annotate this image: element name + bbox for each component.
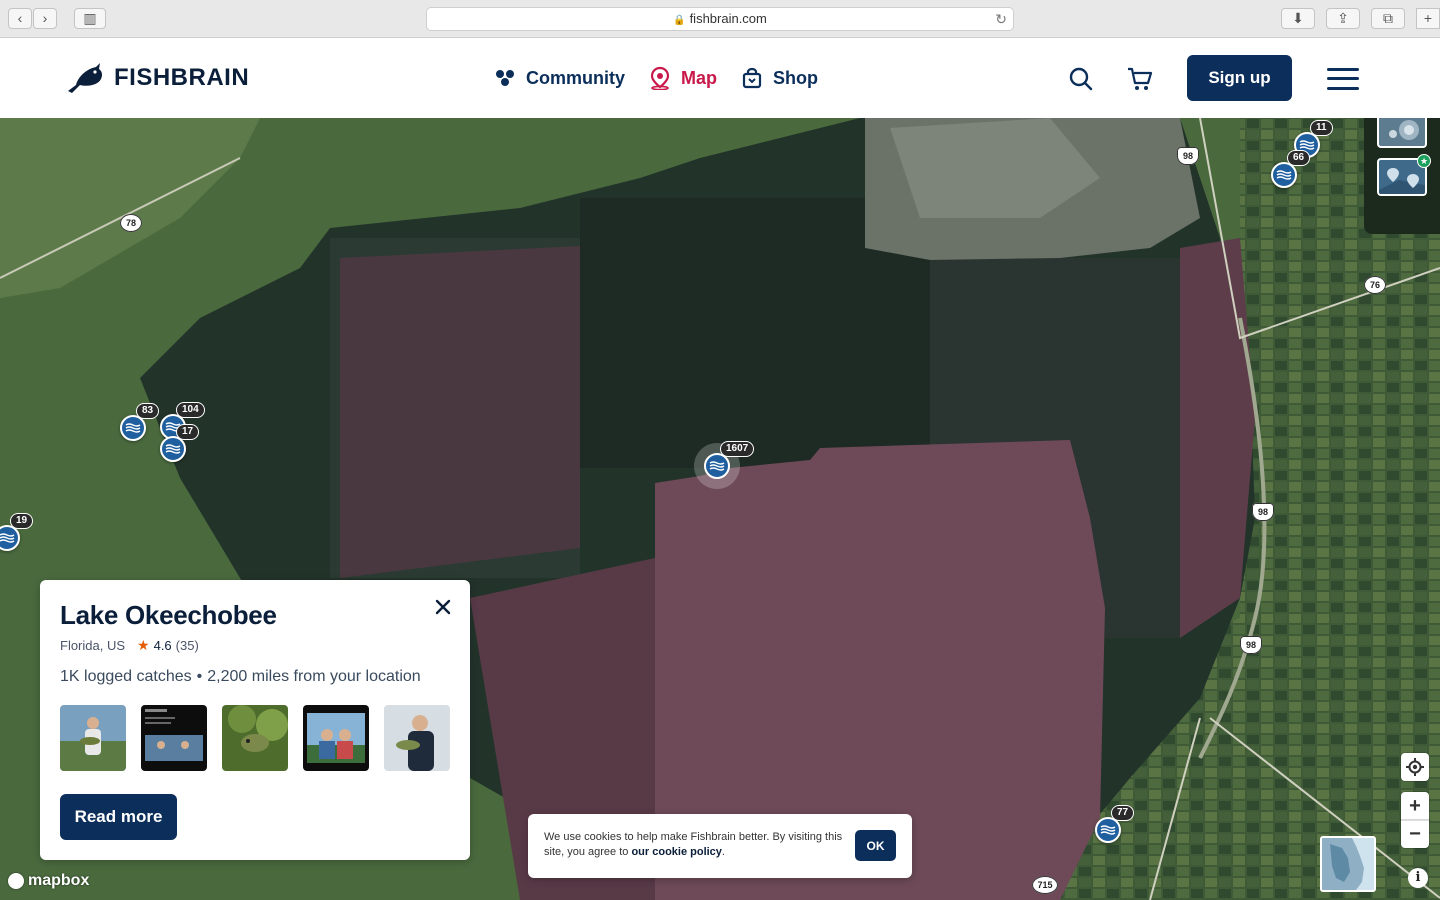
location-stats: 1K logged catches • 2,200 miles from your … xyxy=(60,668,421,686)
url-text: fishbrain.com xyxy=(689,11,767,26)
map-pin-icon xyxy=(649,66,671,90)
water-icon xyxy=(1100,825,1116,835)
address-bar[interactable]: 🔒 fishbrain.com ↻ xyxy=(426,7,1014,31)
forward-button[interactable]: › xyxy=(33,8,57,29)
layer-heatmap-thumb[interactable] xyxy=(1377,118,1427,148)
rating-count: (35) xyxy=(175,638,199,653)
nav-shop[interactable]: Shop xyxy=(741,62,818,94)
water-icon xyxy=(125,423,141,433)
attribution-info-button[interactable]: i xyxy=(1408,868,1428,888)
water-icon xyxy=(709,461,725,471)
cookie-policy-link[interactable]: our cookie policy xyxy=(631,846,721,858)
fishing-spot-pin[interactable]: 17 xyxy=(160,424,200,462)
pin-count: 19 xyxy=(10,513,34,529)
cookie-suffix: . xyxy=(721,846,725,858)
route-78-label: 78 xyxy=(120,214,142,232)
read-more-button[interactable]: Read more xyxy=(60,794,177,840)
pin-count: 17 xyxy=(176,424,200,440)
nav-community[interactable]: Community xyxy=(494,62,625,94)
reload-icon[interactable]: ↻ xyxy=(995,8,1007,30)
location-title: Lake Okeechobee xyxy=(60,600,277,630)
catch-photos xyxy=(60,705,465,771)
crosshair-icon xyxy=(1406,758,1424,776)
map-layer-panel xyxy=(1364,118,1440,234)
distance: 2,200 miles from your location xyxy=(207,668,421,685)
fishing-spot-pin[interactable]: 83 xyxy=(120,403,160,441)
location-region: Florida, US xyxy=(60,638,126,653)
pin-count: 66 xyxy=(1287,150,1311,166)
pin-count: 83 xyxy=(136,403,160,419)
nav-map[interactable]: Map xyxy=(649,62,717,94)
lock-icon: 🔒 xyxy=(673,15,686,26)
catch-photo-thumbnail[interactable] xyxy=(384,705,450,771)
sidebar-toggle-button[interactable]: ▥ xyxy=(74,8,106,29)
signup-button[interactable]: Sign up xyxy=(1187,55,1292,101)
nav-shop-label: Shop xyxy=(773,67,818,88)
location-card: Lake Okeechobee Florida, US ★ 4.6 (35) 1… xyxy=(40,580,470,860)
cart-icon[interactable] xyxy=(1126,66,1153,92)
fishing-spot-pin[interactable]: 66 xyxy=(1271,150,1311,188)
cookie-ok-button[interactable]: OK xyxy=(855,830,896,861)
fishbrain-logo[interactable]: FISHBRAIN xyxy=(66,58,249,98)
route-98-label: 98 xyxy=(1177,147,1199,165)
shopping-bag-icon xyxy=(741,67,763,89)
mapbox-text: mapbox xyxy=(28,872,90,889)
mapbox-logo[interactable]: mapbox xyxy=(8,872,89,890)
fishing-spot-pin-selected[interactable]: 1607 xyxy=(704,441,755,479)
new-tab-button[interactable]: + xyxy=(1416,8,1440,29)
back-button[interactable]: ‹ xyxy=(8,8,32,29)
catch-photo-thumbnail[interactable] xyxy=(222,705,288,771)
route-98-label: 98 xyxy=(1252,503,1274,521)
search-icon[interactable] xyxy=(1068,66,1094,92)
menu-icon[interactable] xyxy=(1327,68,1359,90)
catch-count: 1K logged catches xyxy=(60,668,192,685)
route-98-label: 98 xyxy=(1240,636,1262,654)
locate-me-button[interactable] xyxy=(1401,753,1429,781)
rating-value: 4.6 xyxy=(153,638,172,653)
pin-count: 77 xyxy=(1111,805,1135,821)
route-76-label: 76 xyxy=(1364,276,1386,294)
share-button[interactable]: ⇪ xyxy=(1326,8,1360,29)
logo-text: FISHBRAIN xyxy=(114,64,250,91)
route-715-label: 715 xyxy=(1032,876,1058,894)
catch-photo-thumbnail[interactable] xyxy=(303,705,369,771)
nav-map-label: Map xyxy=(681,67,717,88)
active-layer-star-icon: ★ xyxy=(1417,154,1431,168)
catch-photo-thumbnail[interactable] xyxy=(60,705,126,771)
separator-dot: • xyxy=(196,668,203,685)
pin-count: 11 xyxy=(1310,120,1333,136)
water-icon xyxy=(0,533,15,543)
community-icon xyxy=(494,68,516,88)
browser-toolbar: ‹ › ▥ 🔒 fishbrain.com ↻ ⬇ ⇪ ⧉ + xyxy=(0,0,1440,38)
close-icon[interactable] xyxy=(432,596,454,618)
download-button[interactable]: ⬇ xyxy=(1281,8,1315,29)
minimap[interactable] xyxy=(1320,836,1376,892)
main-nav: Community Map Shop xyxy=(494,62,842,94)
star-icon: ★ xyxy=(137,637,150,653)
nav-community-label: Community xyxy=(526,67,625,88)
pin-count: 1607 xyxy=(720,441,755,457)
pin-count: 104 xyxy=(176,402,205,418)
water-icon xyxy=(165,444,181,454)
mapbox-icon xyxy=(8,873,24,889)
location-meta: Florida, US ★ 4.6 (35) xyxy=(60,637,199,654)
cookie-message: We use cookies to help make Fishbrain be… xyxy=(544,830,844,860)
catch-photo-thumbnail[interactable] xyxy=(141,705,207,771)
site-header: FISHBRAIN Community Map Shop Sign up xyxy=(0,38,1440,118)
cookie-banner: We use cookies to help make Fishbrain be… xyxy=(528,814,912,878)
fishing-spot-pin[interactable]: 77 xyxy=(1095,805,1135,843)
tabs-button[interactable]: ⧉ xyxy=(1371,8,1405,29)
zoom-in-button[interactable]: + xyxy=(1401,792,1429,820)
zoom-out-button[interactable]: − xyxy=(1401,820,1429,848)
fish-logo-icon xyxy=(68,63,103,93)
water-icon xyxy=(1276,170,1292,180)
